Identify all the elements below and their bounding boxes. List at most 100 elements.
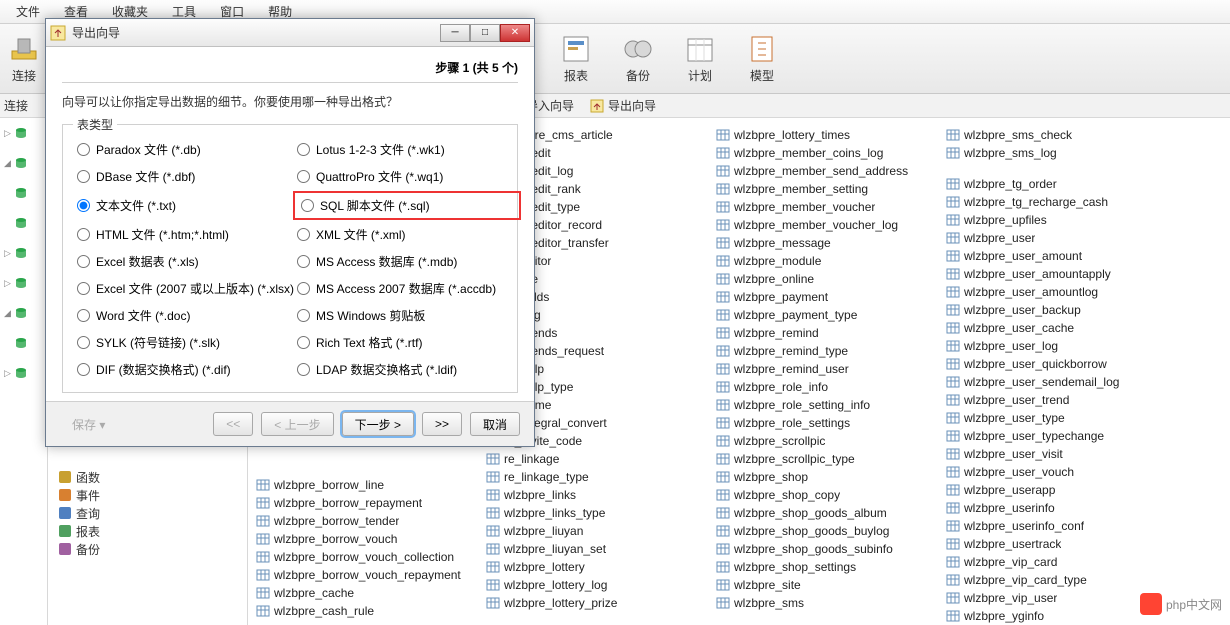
maximize-button[interactable]: □ [470, 24, 500, 42]
table-row[interactable]: wlzbpre_site [716, 576, 946, 594]
tree-item[interactable]: ▷ [0, 124, 47, 142]
table-row[interactable]: wlzbpre_role_info [716, 378, 946, 396]
table-row[interactable]: wlzbpre_sms_log [946, 144, 1176, 162]
table-row[interactable]: wlzbpre_userinfo [946, 499, 1176, 517]
tree-item[interactable]: ◢ [0, 304, 47, 322]
table-row[interactable]: wlzbpre_scrollpic_type [716, 450, 946, 468]
format-radio[interactable]: 文本文件 (*.txt) [77, 195, 297, 216]
format-radio[interactable]: SQL 脚本文件 (*.sql) [297, 195, 517, 216]
object-item[interactable]: 查询 [58, 504, 247, 522]
table-row[interactable]: wlzbpre_borrow_line [256, 476, 486, 494]
table-row[interactable]: wlzbpre_liuyan_set [486, 540, 716, 558]
table-row[interactable]: wlzbpre_member_voucher [716, 198, 946, 216]
table-row[interactable]: wlzbpre_module [716, 252, 946, 270]
table-row[interactable]: wlzbpre_user_vouch [946, 463, 1176, 481]
table-row[interactable]: wlzbpre_lottery_log [486, 576, 716, 594]
next-button[interactable]: 下一步 > [342, 412, 414, 436]
table-row[interactable]: wlzbpre_user_amount [946, 247, 1176, 265]
cancel-button[interactable]: 取消 [470, 412, 520, 436]
table-row[interactable]: wlzbpre_borrow_tender [256, 512, 486, 530]
table-row[interactable]: wlzbpre_links_type [486, 504, 716, 522]
table-row[interactable]: wlzbpre_user_sendemail_log [946, 373, 1176, 391]
table-row[interactable]: wlzbpre_remind_user [716, 360, 946, 378]
table-row[interactable]: wlzbpre_borrow_vouch [256, 530, 486, 548]
table-row[interactable]: wlzbpre_userapp [946, 481, 1176, 499]
format-radio[interactable]: Lotus 1-2-3 文件 (*.wk1) [297, 141, 517, 158]
format-radio[interactable]: Excel 文件 (2007 或以上版本) (*.xlsx) [77, 280, 297, 297]
minimize-button[interactable]: ─ [440, 24, 470, 42]
toolbar-plan[interactable]: 计划 [684, 33, 716, 84]
table-row[interactable]: wlzbpre_upfiles [946, 211, 1176, 229]
table-row[interactable]: wlzbpre_borrow_repayment [256, 494, 486, 512]
table-row[interactable]: wlzbpre_shop_goods_subinfo [716, 540, 946, 558]
table-row[interactable]: wlzbpre_payment [716, 288, 946, 306]
table-row[interactable]: wlzbpre_user_amountlog [946, 283, 1176, 301]
table-row[interactable]: wlzbpre_vip_card [946, 553, 1176, 571]
table-row[interactable]: wlzbpre_borrow_vouch_repayment [256, 566, 486, 584]
tree-item[interactable] [0, 184, 47, 202]
toolbar-backup[interactable]: 备份 [622, 33, 654, 84]
object-item[interactable]: 报表 [58, 522, 247, 540]
table-row[interactable]: wlzbpre_online [716, 270, 946, 288]
last-button[interactable]: >> [422, 412, 462, 436]
table-row[interactable]: wlzbpre_lottery_times [716, 126, 946, 144]
table-row[interactable]: wlzbpre_role_settings [716, 414, 946, 432]
table-row[interactable]: wlzbpre_usertrack [946, 535, 1176, 553]
tree-item[interactable] [0, 334, 47, 352]
format-radio[interactable]: QuattroPro 文件 (*.wq1) [297, 168, 517, 185]
table-row[interactable]: wlzbpre_user_quickborrow [946, 355, 1176, 373]
table-row[interactable]: wlzbpre_user_backup [946, 301, 1176, 319]
table-row[interactable]: wlzbpre_shop_settings [716, 558, 946, 576]
format-radio[interactable]: Word 文件 (*.doc) [77, 307, 297, 324]
export-wizard[interactable]: 导出向导 [608, 97, 656, 114]
format-radio[interactable]: HTML 文件 (*.htm;*.html) [77, 226, 297, 243]
format-radio[interactable]: MS Windows 剪贴板 [297, 307, 517, 324]
format-radio[interactable]: Rich Text 格式 (*.rtf) [297, 334, 517, 351]
table-row[interactable]: wlzbpre_tg_recharge_cash [946, 193, 1176, 211]
close-button[interactable]: ✕ [500, 24, 530, 42]
table-row[interactable]: wlzbpre_links [486, 486, 716, 504]
format-radio[interactable]: DIF (数据交换格式) (*.dif) [77, 361, 297, 378]
table-row[interactable]: re_linkage_type [486, 468, 716, 486]
table-row[interactable]: wlzbpre_borrow_vouch_collection [256, 548, 486, 566]
toolbar-model[interactable]: 模型 [746, 33, 778, 84]
table-row[interactable]: wlzbpre_user [946, 229, 1176, 247]
table-row[interactable]: wlzbpre_sms [716, 594, 946, 612]
table-row[interactable]: wlzbpre_liuyan [486, 522, 716, 540]
format-radio[interactable]: MS Access 数据库 (*.mdb) [297, 253, 517, 270]
format-radio[interactable]: MS Access 2007 数据库 (*.accdb) [297, 280, 517, 297]
table-row[interactable]: wlzbpre_user_trend [946, 391, 1176, 409]
table-row[interactable]: wlzbpre_role_setting_info [716, 396, 946, 414]
tree-item[interactable]: ▷ [0, 244, 47, 262]
tree-item[interactable]: ◢ [0, 154, 47, 172]
table-row[interactable]: wlzbpre_message [716, 234, 946, 252]
table-row[interactable]: wlzbpre_tg_order [946, 175, 1176, 193]
format-radio[interactable]: Paradox 文件 (*.db) [77, 141, 297, 158]
format-radio[interactable]: DBase 文件 (*.dbf) [77, 168, 297, 185]
table-row[interactable]: wlzbpre_scrollpic [716, 432, 946, 450]
table-row[interactable]: wlzbpre_shop_goods_buylog [716, 522, 946, 540]
object-item[interactable]: 事件 [58, 486, 247, 504]
object-item[interactable]: 备份 [58, 540, 247, 558]
table-row[interactable]: wlzbpre_cache [256, 584, 486, 602]
table-row[interactable]: wlzbpre_remind [716, 324, 946, 342]
table-row[interactable]: wlzbpre_member_voucher_log [716, 216, 946, 234]
table-row[interactable]: wlzbpre_cash_rule [256, 602, 486, 620]
toolbar-report[interactable]: 报表 [560, 33, 592, 84]
table-row[interactable]: wlzbpre_user_amountapply [946, 265, 1176, 283]
table-row[interactable]: wlzbpre_shop_goods_album [716, 504, 946, 522]
object-item[interactable]: 函数 [58, 468, 247, 486]
format-radio[interactable]: XML 文件 (*.xml) [297, 226, 517, 243]
table-row[interactable]: wlzbpre_lottery [486, 558, 716, 576]
table-row[interactable]: wlzbpre_userinfo_conf [946, 517, 1176, 535]
table-row[interactable]: wlzbpre_member_send_address [716, 162, 946, 180]
table-row[interactable]: wlzbpre_user_visit [946, 445, 1176, 463]
format-radio[interactable]: LDAP 数据交换格式 (*.ldif) [297, 361, 517, 378]
tree-item[interactable]: ▷ [0, 364, 47, 382]
format-radio[interactable]: SYLK (符号链接) (*.slk) [77, 334, 297, 351]
format-radio[interactable]: Excel 数据表 (*.xls) [77, 253, 297, 270]
table-row[interactable]: wlzbpre_member_coins_log [716, 144, 946, 162]
table-row[interactable]: wlzbpre_remind_type [716, 342, 946, 360]
table-row[interactable]: wlzbpre_shop [716, 468, 946, 486]
table-row[interactable]: wlzbpre_payment_type [716, 306, 946, 324]
